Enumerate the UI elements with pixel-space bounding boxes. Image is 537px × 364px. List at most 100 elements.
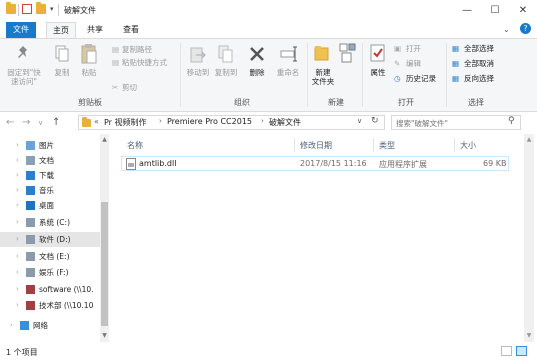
breadcrumb-item[interactable]: 破解文件 xyxy=(269,117,301,128)
paste-button[interactable]: 粘贴 xyxy=(76,68,102,77)
scroll-up-icon[interactable]: ▲ xyxy=(100,136,109,143)
address-bar[interactable]: « Pr 视频制作 › Premiere Pro CC2015 › 破解文件 ∨… xyxy=(78,115,385,130)
recent-locations-icon[interactable]: ∨ xyxy=(38,117,43,129)
breadcrumb-overflow[interactable]: « xyxy=(94,117,99,126)
search-icon[interactable]: ⚲ xyxy=(508,116,515,126)
sidebar-item[interactable]: › 系统 (C:) xyxy=(0,215,100,230)
select-none-button[interactable]: 全部取消 xyxy=(464,59,494,69)
tab-view[interactable]: 查看 xyxy=(116,22,146,38)
new-folder-button[interactable]: 新建 文件夹 xyxy=(310,68,336,86)
minimize-button[interactable]: — xyxy=(453,0,481,22)
breadcrumb-item[interactable]: Pr 视频制作 xyxy=(104,117,147,128)
column-divider[interactable] xyxy=(294,138,295,152)
scroll-down-icon[interactable]: ▼ xyxy=(100,332,109,339)
nav-scrollbar[interactable]: ▲ ▼ xyxy=(100,134,109,342)
expand-chevron-icon[interactable]: › xyxy=(16,215,19,230)
expand-chevron-icon[interactable]: › xyxy=(16,153,19,168)
tab-file[interactable]: 文件 xyxy=(6,22,36,38)
expand-chevron-icon[interactable]: › xyxy=(16,298,19,313)
tab-home[interactable]: 主页 xyxy=(46,22,76,38)
pin-icon xyxy=(18,46,27,58)
column-divider[interactable] xyxy=(373,138,374,152)
tab-share[interactable]: 共享 xyxy=(80,22,110,38)
breadcrumb-separator-icon[interactable]: › xyxy=(159,117,162,125)
new-group-label: 新建 xyxy=(328,98,344,107)
select-group-label: 选择 xyxy=(468,98,484,107)
address-dropdown-icon[interactable]: ∨ xyxy=(357,117,362,125)
pin-quick-access-button[interactable]: 固定到"快 速访问" xyxy=(4,68,44,86)
sidebar-item[interactable]: › 娱乐 (F:) xyxy=(0,265,100,280)
sidebar-item[interactable]: › 桌面 xyxy=(0,198,100,213)
close-button[interactable]: ✕ xyxy=(509,0,537,22)
drive-icon xyxy=(26,235,35,244)
ribbon-collapse-icon[interactable]: ⌄ xyxy=(503,25,510,34)
sidebar-item[interactable]: › 文档 (E:) xyxy=(0,249,100,264)
organize-group-label: 组织 xyxy=(234,98,250,107)
expand-chevron-icon[interactable]: › xyxy=(16,265,19,280)
details-view-button[interactable] xyxy=(501,346,512,356)
breadcrumb-item[interactable]: Premiere Pro CC2015 xyxy=(167,117,252,126)
sidebar-item-label: 下载 xyxy=(39,171,54,180)
delete-button[interactable]: 删除 xyxy=(245,68,269,77)
maximize-button[interactable]: ☐ xyxy=(481,0,509,22)
select-all-button[interactable]: 全部选择 xyxy=(464,44,494,54)
refresh-icon[interactable]: ↻ xyxy=(371,116,379,126)
scroll-down-icon[interactable]: ▼ xyxy=(524,332,534,339)
copy-button[interactable]: 复制 xyxy=(50,68,74,77)
sidebar-item[interactable]: › 下载 xyxy=(0,168,100,183)
sidebar-item[interactable]: › 文档 xyxy=(0,153,100,168)
list-scrollbar[interactable]: ▲ ▼ xyxy=(524,134,534,342)
move-to-button[interactable]: 移动到 xyxy=(183,68,213,77)
column-header-size[interactable]: 大小 xyxy=(460,140,476,151)
invert-selection-button[interactable]: 反向选择 xyxy=(464,74,494,84)
edit-button[interactable]: 编辑 xyxy=(406,59,421,69)
properties-quick-icon[interactable] xyxy=(22,4,32,14)
sidebar-item[interactable]: › 网络 xyxy=(0,318,100,333)
expand-chevron-icon[interactable]: › xyxy=(16,168,19,183)
ribbon-tabs: 文件 主页 共享 查看 ⌄ ? xyxy=(0,22,537,38)
new-folder-quick-icon[interactable] xyxy=(36,2,46,14)
breadcrumb-separator-icon[interactable]: › xyxy=(261,117,264,125)
column-divider[interactable] xyxy=(454,138,455,152)
column-header-type[interactable]: 类型 xyxy=(379,140,395,151)
cut-button[interactable]: 剪切 xyxy=(122,83,137,93)
copy-path-button[interactable]: 复制路径 xyxy=(122,45,152,55)
forward-button[interactable]: → xyxy=(22,117,30,129)
search-input[interactable]: 搜索"破解文件" xyxy=(396,118,448,129)
sidebar-item[interactable]: › 软件 (D:) xyxy=(0,232,100,247)
help-icon[interactable]: ? xyxy=(520,23,531,34)
back-button[interactable]: ← xyxy=(6,117,14,129)
sidebar-item[interactable]: › 图片 xyxy=(0,138,100,153)
table-row[interactable]: amtlib.dll 2017/8/15 11:16 应用程序扩展 69 KB xyxy=(121,156,509,171)
open-button[interactable]: 打开 xyxy=(406,44,421,54)
history-icon: ◷ xyxy=(394,74,401,83)
column-header-name[interactable]: 名称 xyxy=(127,140,143,151)
copy-to-button[interactable]: 复制到 xyxy=(211,68,241,77)
expand-chevron-icon[interactable]: › xyxy=(16,183,19,198)
properties-button[interactable]: 属性 xyxy=(366,68,390,77)
large-icons-view-button[interactable] xyxy=(516,346,527,356)
scroll-up-icon[interactable]: ▲ xyxy=(524,136,534,143)
nav-scroll-thumb[interactable] xyxy=(101,202,108,326)
new-item-icon xyxy=(339,43,356,63)
sidebar-item[interactable]: › software (\\10. xyxy=(0,282,100,297)
search-box[interactable]: 搜索"破解文件" ⚲ xyxy=(391,115,521,130)
paste-shortcut-button[interactable]: 粘贴快捷方式 xyxy=(122,58,167,68)
expand-chevron-icon[interactable]: › xyxy=(16,282,19,297)
open-group-label: 打开 xyxy=(398,98,414,107)
file-name[interactable]: amtlib.dll xyxy=(139,159,176,168)
expand-chevron-icon[interactable]: › xyxy=(10,318,13,333)
sidebar-item[interactable]: › 音乐 xyxy=(0,183,100,198)
item-count: 1 个项目 xyxy=(6,348,38,357)
column-header-modified[interactable]: 修改日期 xyxy=(300,140,332,151)
expand-chevron-icon[interactable]: › xyxy=(16,198,19,213)
expand-chevron-icon[interactable]: › xyxy=(16,232,19,247)
expand-chevron-icon[interactable]: › xyxy=(16,138,19,153)
expand-chevron-icon[interactable]: › xyxy=(16,249,19,264)
rename-button[interactable]: 重命名 xyxy=(273,68,303,77)
sidebar-item[interactable]: › 技术部 (\\10.10 xyxy=(0,298,100,313)
quick-access-dropdown-icon[interactable]: ▾ xyxy=(50,5,54,13)
up-button[interactable]: ↑ xyxy=(52,117,60,129)
edit-icon: ✎ xyxy=(394,59,401,68)
history-button[interactable]: 历史记录 xyxy=(406,74,436,84)
